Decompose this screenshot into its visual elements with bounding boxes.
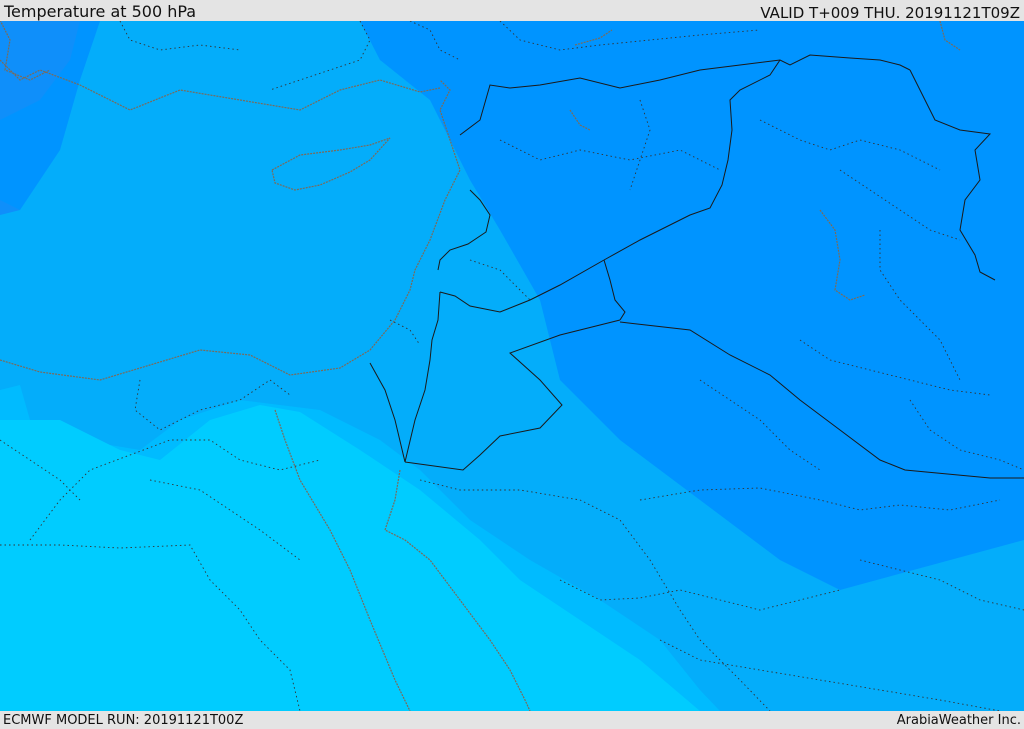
weather-map[interactable] <box>0 21 1024 711</box>
brand-label: ArabiaWeather Inc. <box>896 713 1021 728</box>
temperature-map-svg <box>0 21 1024 711</box>
valid-time: VALID T+009 THU. 20191121T09Z <box>760 4 1020 22</box>
map-title: Temperature at 500 hPa <box>4 2 197 21</box>
header-bar: Temperature at 500 hPa VALID T+009 THU. … <box>0 0 1024 22</box>
model-run-label: ECMWF MODEL RUN: 20191121T00Z <box>3 713 244 728</box>
footer-bar: ECMWF MODEL RUN: 20191121T00Z ArabiaWeat… <box>0 711 1024 729</box>
